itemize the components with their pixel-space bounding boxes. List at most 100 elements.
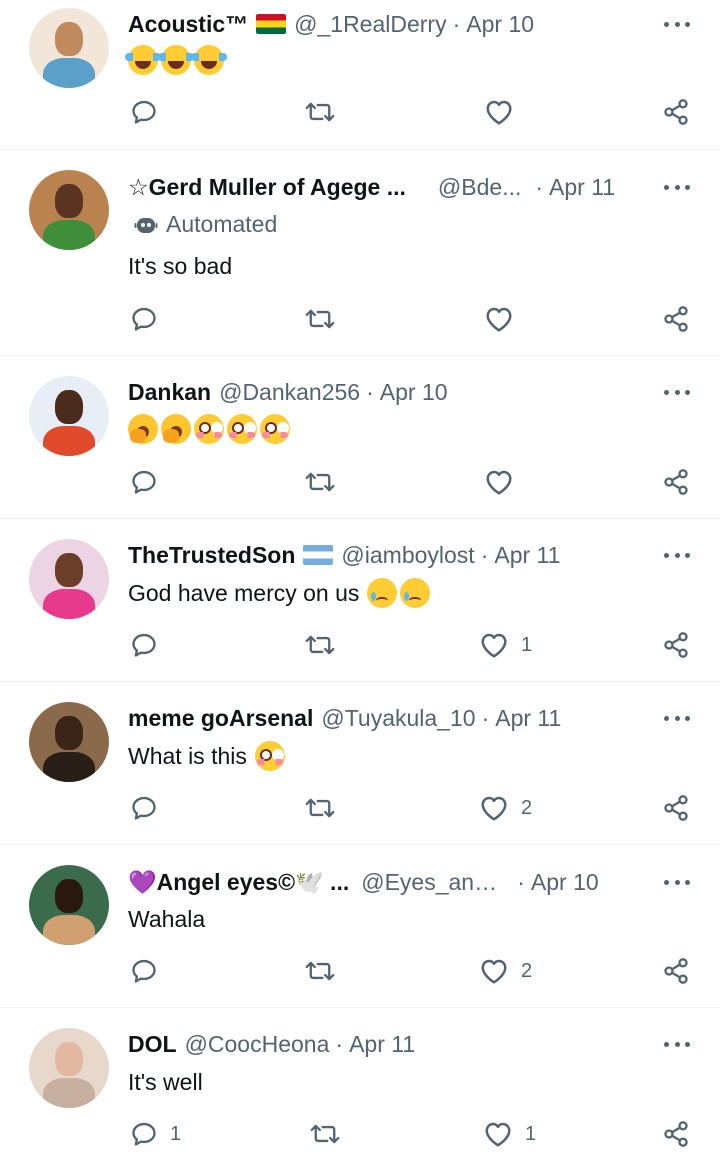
tears-of-joy-emoji <box>158 45 194 75</box>
avatar[interactable] <box>29 376 109 456</box>
more-options-icon[interactable] <box>664 1029 690 1059</box>
retweet-icon <box>310 1124 340 1144</box>
user-handle[interactable]: @_1RealDerry <box>294 9 446 39</box>
automated-label: Automated <box>134 211 277 238</box>
display-name[interactable]: Dankan <box>128 377 211 407</box>
share-icon <box>664 99 688 125</box>
user-handle[interactable]: @Eyes_ang... <box>361 867 501 897</box>
tweet-card[interactable]: TheTrustedSon @iamboylost · Apr 11 God h… <box>0 519 720 682</box>
retweet-button[interactable] <box>305 301 335 337</box>
heart-icon <box>481 796 507 821</box>
more-options-icon[interactable] <box>664 703 690 733</box>
tweet-header: ☆Gerd Muller of Agege ... @Bde... · Apr … <box>128 172 628 202</box>
share-button[interactable] <box>662 301 690 337</box>
reply-button[interactable] <box>130 94 158 130</box>
tweet-date[interactable]: Apr 11 <box>495 703 561 733</box>
like-button[interactable] <box>484 94 514 130</box>
share-button[interactable] <box>662 790 690 826</box>
like-button[interactable] <box>484 301 514 337</box>
tears-of-joy-emoji <box>191 45 227 75</box>
share-button[interactable] <box>662 464 690 500</box>
avatar[interactable] <box>29 702 109 782</box>
share-button[interactable] <box>662 1116 690 1152</box>
avatar[interactable] <box>29 8 109 88</box>
avatar[interactable] <box>29 1028 109 1108</box>
like-button[interactable]: 2 <box>479 790 532 826</box>
like-button[interactable]: 1 <box>479 627 532 663</box>
tweet-text: It's well <box>128 1069 203 1095</box>
reply-icon <box>132 633 156 657</box>
display-name[interactable]: TheTrustedSon <box>128 540 295 570</box>
reply-button[interactable] <box>130 464 158 500</box>
like-count: 2 <box>521 959 533 982</box>
tweet-text: God have mercy on us <box>128 577 433 609</box>
action-bar: 2 <box>0 953 720 989</box>
heart-icon <box>481 959 507 984</box>
user-handle[interactable]: @Dankan256 <box>219 377 360 407</box>
yawning-face-emoji <box>161 414 191 444</box>
avatar[interactable] <box>29 539 109 619</box>
share-button[interactable] <box>662 94 690 130</box>
retweet-icon <box>305 798 335 818</box>
crying-face-emoji <box>400 578 431 608</box>
more-options-icon[interactable] <box>664 9 690 39</box>
yawning-face-emoji <box>128 414 158 444</box>
reply-icon <box>132 307 156 331</box>
like-button[interactable] <box>484 464 514 500</box>
like-button[interactable]: 1 <box>483 1116 536 1152</box>
more-options-icon[interactable] <box>664 540 690 570</box>
reply-button[interactable]: 1 <box>130 1116 181 1152</box>
more-options-icon[interactable] <box>664 172 690 202</box>
retweet-button[interactable] <box>310 1116 340 1152</box>
retweet-button[interactable] <box>305 94 335 130</box>
share-button[interactable] <box>662 627 690 663</box>
tweet-date[interactable]: Apr 10 <box>380 377 448 407</box>
tweet-date[interactable]: Apr 11 <box>349 1029 415 1059</box>
retweet-button[interactable] <box>305 464 335 500</box>
share-icon <box>664 795 688 821</box>
reply-button[interactable] <box>130 627 158 663</box>
more-options-icon[interactable] <box>664 867 690 897</box>
tweet-card[interactable]: Dankan @Dankan256 · Apr 10 <box>0 356 720 519</box>
separator: · <box>535 174 544 200</box>
share-icon <box>664 958 688 984</box>
heart-icon <box>486 470 512 495</box>
reply-button[interactable] <box>130 790 158 826</box>
user-handle[interactable]: @CoocHeona <box>185 1029 330 1059</box>
tweet-date[interactable]: Apr 10 <box>531 867 599 897</box>
tweet-card[interactable]: meme goArsenal @Tuyakula_10 · Apr 11 Wha… <box>0 682 720 845</box>
heart-icon <box>485 1122 511 1147</box>
more-options-icon[interactable] <box>664 377 690 407</box>
tweet-date[interactable]: Apr 11 <box>494 540 560 570</box>
display-name[interactable]: DOL <box>128 1029 177 1059</box>
display-name[interactable]: Acoustic™ <box>128 9 248 39</box>
avatar[interactable] <box>29 865 109 945</box>
reply-button[interactable] <box>130 953 158 989</box>
like-count: 1 <box>525 1122 537 1145</box>
user-handle[interactable]: @iamboylost <box>341 540 474 570</box>
avatar[interactable] <box>29 170 109 250</box>
retweet-icon <box>305 472 335 492</box>
like-count: 1 <box>521 633 533 656</box>
user-handle[interactable]: @Tuyakula_10 <box>321 703 475 733</box>
retweet-button[interactable] <box>305 627 335 663</box>
tweet-card[interactable]: Acoustic™ @_1RealDerry · Apr 10 <box>0 0 720 150</box>
tweet-card[interactable]: DOL @CoocHeona · Apr 11 It's well 1 1 <box>0 1008 720 1157</box>
tweet-card[interactable]: 💜Angel eyes©🕊️ ... @Eyes_ang... · Apr 10… <box>0 845 720 1008</box>
share-button[interactable] <box>662 953 690 989</box>
reply-button[interactable] <box>130 301 158 337</box>
tweet-header: DOL @CoocHeona · Apr 11 <box>128 1029 628 1059</box>
tweet-date[interactable]: Apr 10 <box>466 9 534 39</box>
display-name[interactable]: 💜Angel eyes©🕊️ ... <box>128 867 349 897</box>
user-handle[interactable]: @Bde... <box>438 172 521 202</box>
retweet-button[interactable] <box>305 953 335 989</box>
display-name[interactable]: meme goArsenal <box>128 703 313 733</box>
tweet-date[interactable]: Apr 11 <box>549 172 615 202</box>
tweet-card[interactable]: ☆Gerd Muller of Agege ... @Bde... · Apr … <box>0 150 720 356</box>
tweet-text-content: God have mercy on us <box>128 580 360 606</box>
display-name[interactable]: ☆Gerd Muller of Agege ... <box>128 172 406 202</box>
like-button[interactable]: 2 <box>479 953 532 989</box>
retweet-button[interactable] <box>305 790 335 826</box>
action-bar: 1 1 <box>0 1116 720 1152</box>
action-bar: 2 <box>0 790 720 826</box>
